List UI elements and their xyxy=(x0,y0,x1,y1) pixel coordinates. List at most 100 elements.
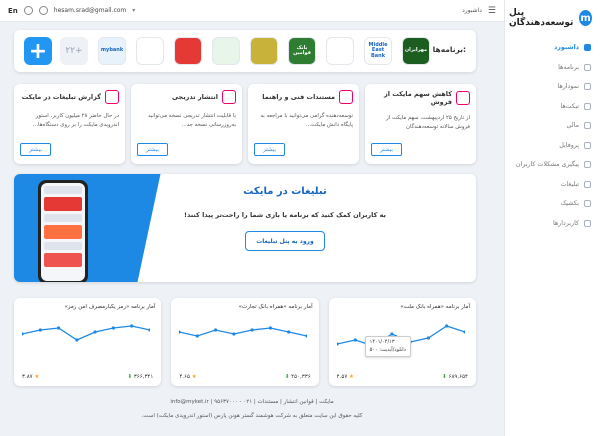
stat-rating: ۳.۸۷ ★ xyxy=(22,374,40,380)
feature-icon xyxy=(456,91,470,105)
apps-card: + ۲۲+ mybank بانک قوامین Middle East Bank م… xyxy=(14,30,476,72)
feature-title: کاهش سهم مایکت از فروش xyxy=(383,90,452,106)
app-stat-card[interactable]: آمار برنامه «رمز یکبارمصرف امن رمز» ۳.۸۷ … xyxy=(14,298,162,386)
feature-icon xyxy=(222,90,236,104)
stat-downloads: ⬇ ۳۶۶,۳۴۱ xyxy=(127,374,154,380)
feature-title: گزارش تبلیغات در مایکت xyxy=(21,93,101,101)
feature-more-button[interactable]: بیشتر xyxy=(137,143,168,156)
banner-title: تبلیغات در مایکت xyxy=(243,186,327,197)
sidebar-item-label: داشبورد xyxy=(554,44,579,52)
sidebar-item[interactable]: بکشیک xyxy=(505,194,600,214)
app-icon[interactable] xyxy=(174,37,202,65)
sidebar-item-icon xyxy=(584,180,591,188)
sidebar-item-label: تیکت‌ها xyxy=(560,102,579,110)
app-stat-card[interactable]: آمار برنامه «همراه بانک ملت» ۴.۵۷ ★ ⬇ ۶۸۹,… xyxy=(328,298,476,386)
download-icon: ⬇ xyxy=(284,374,290,380)
sidebar-item-icon xyxy=(584,63,591,71)
chart-point xyxy=(38,328,42,332)
chart-point xyxy=(336,342,339,346)
phone-mockup xyxy=(38,180,88,282)
chart-point xyxy=(250,328,255,332)
star-icon: ★ xyxy=(349,374,354,380)
chart-point xyxy=(196,334,200,338)
chart-point xyxy=(353,338,357,342)
chart-point xyxy=(305,334,308,338)
stat-rating: ۴.۶۵ ★ xyxy=(179,374,197,380)
footer-links[interactable]: مایکت | قوانین انتشار | مستندات | ۰۲۱ - … xyxy=(0,399,504,405)
feature-icon xyxy=(339,90,353,104)
sidebar-item[interactable]: پروفایل xyxy=(505,136,600,156)
footer-copyright: کلیه حقوق این سایت متعلق به شرکت هوشمند … xyxy=(141,413,363,419)
feature-title: مستندات فنی و راهنما xyxy=(262,93,335,101)
menu-icon[interactable]: ☰ xyxy=(488,6,496,16)
sidebar-item-icon xyxy=(584,219,591,227)
sidebar-item[interactable]: تبلیغات xyxy=(505,175,600,195)
feature-description: با قابلیت انتشار تدریجی نسخه می‌توانید ب… xyxy=(147,113,236,128)
feature-icon xyxy=(105,90,119,104)
sidebar-item-icon xyxy=(584,161,591,169)
app-icon[interactable] xyxy=(250,37,278,65)
brand[interactable]: پنل توسعه‌دهندگان m xyxy=(505,0,600,38)
stat-downloads: ⬇ ۴۵۰,۳۳۶ xyxy=(284,374,311,380)
footer: مایکت | قوانین انتشار | مستندات | ۰۲۱ - … xyxy=(0,399,504,436)
sidebar-item-label: تبلیغات xyxy=(560,180,579,188)
chart-point xyxy=(214,328,218,332)
app-icon[interactable] xyxy=(212,37,240,65)
sidebar-item[interactable]: داشبورد xyxy=(505,38,600,58)
sidebar: پنل توسعه‌دهندگان m داشبورد برنامه‌ها نمود… xyxy=(504,0,600,436)
sidebar-item-icon xyxy=(584,122,591,130)
chevron-down-icon[interactable]: ▾ xyxy=(132,7,135,14)
sidebar-item[interactable]: مالی xyxy=(505,116,600,136)
feature-more-button[interactable]: بیشتر xyxy=(371,143,402,156)
app-stat-card[interactable]: آمار برنامه «همراه بانک تجارت» ۴.۶۵ ★ ⬇ ۴۵… xyxy=(171,298,319,386)
chart-point xyxy=(269,326,273,330)
more-apps-button[interactable]: ۲۲+ xyxy=(60,37,88,65)
sidebar-item-label: برنامه‌ها xyxy=(558,63,579,71)
breadcrumb: داشبورد xyxy=(462,7,482,14)
chart-point xyxy=(111,326,115,330)
topbar: En hesam.srad@gmail.com ▾ داشبورد ☰ xyxy=(0,0,504,22)
sidebar-item[interactable]: کاربردارها xyxy=(505,214,600,234)
chart-point xyxy=(93,330,97,334)
app-icon[interactable]: بانک قوامین xyxy=(288,37,316,65)
stat-line-chart xyxy=(22,324,150,342)
main-content: + ۲۲+ mybank بانک قوامین Middle East Bank م… xyxy=(14,30,476,386)
feature-description: توسعه‌دهنده گرامی می‌توانید با مراجعه به… xyxy=(260,113,353,128)
chart-point xyxy=(426,336,430,340)
feature-card: گزارش تبلیغات در مایکت در حال حاضر ۲۸ میل… xyxy=(14,84,125,164)
chart-point xyxy=(22,332,24,336)
feature-card: کاهش سهم مایکت از فروش از تاریخ ۲۵ اردیبه… xyxy=(365,84,476,164)
stat-downloads: ⬇ ۶۸۹,۶۵۴ xyxy=(442,374,468,380)
user-email[interactable]: hesam.srad@gmail.com xyxy=(54,7,127,14)
chart-point xyxy=(130,324,134,328)
sidebar-item[interactable]: پیگیری مشکلات کاربران xyxy=(505,155,600,175)
dark-mode-icon[interactable] xyxy=(23,6,33,15)
download-icon: ⬇ xyxy=(442,374,447,380)
feature-more-button[interactable]: بیشتر xyxy=(20,143,51,156)
add-app-button[interactable]: + xyxy=(24,37,52,65)
sidebar-item[interactable]: تیکت‌ها xyxy=(505,97,600,117)
sidebar-item[interactable]: برنامه‌ها xyxy=(505,58,600,78)
chart-point xyxy=(75,338,79,342)
stat-line-chart xyxy=(179,326,308,338)
chart-point xyxy=(287,330,291,334)
download-icon: ⬇ xyxy=(127,374,133,380)
notification-bell-icon[interactable] xyxy=(38,6,48,15)
app-icon[interactable]: Middle East Bank xyxy=(364,37,392,65)
app-icon[interactable] xyxy=(326,37,354,65)
myket-logo-icon: m xyxy=(579,10,592,26)
feature-description: از تاریخ ۲۵ اردیبهشت، سهم مایکت از فروش … xyxy=(386,115,470,130)
app-icon[interactable]: mybank xyxy=(98,37,126,65)
sidebar-item-icon xyxy=(584,141,591,149)
app-icon[interactable] xyxy=(136,37,164,65)
app-icon[interactable]: مهرایران xyxy=(402,37,430,65)
sidebar-item[interactable]: نمودارها xyxy=(505,77,600,97)
ads-panel-button[interactable]: ورود به پنل تبلیغات xyxy=(245,231,326,251)
language-toggle[interactable]: En xyxy=(8,7,18,15)
chart-point xyxy=(444,324,448,328)
stat-rating: ۴.۵۷ ★ xyxy=(336,374,354,380)
stat-title: آمار برنامه «رمز یکبارمصرف امن رمز» xyxy=(64,304,156,310)
feature-more-button[interactable]: بیشتر xyxy=(254,143,285,156)
star-icon: ★ xyxy=(191,374,197,380)
sidebar-item-label: مالی xyxy=(566,122,579,130)
